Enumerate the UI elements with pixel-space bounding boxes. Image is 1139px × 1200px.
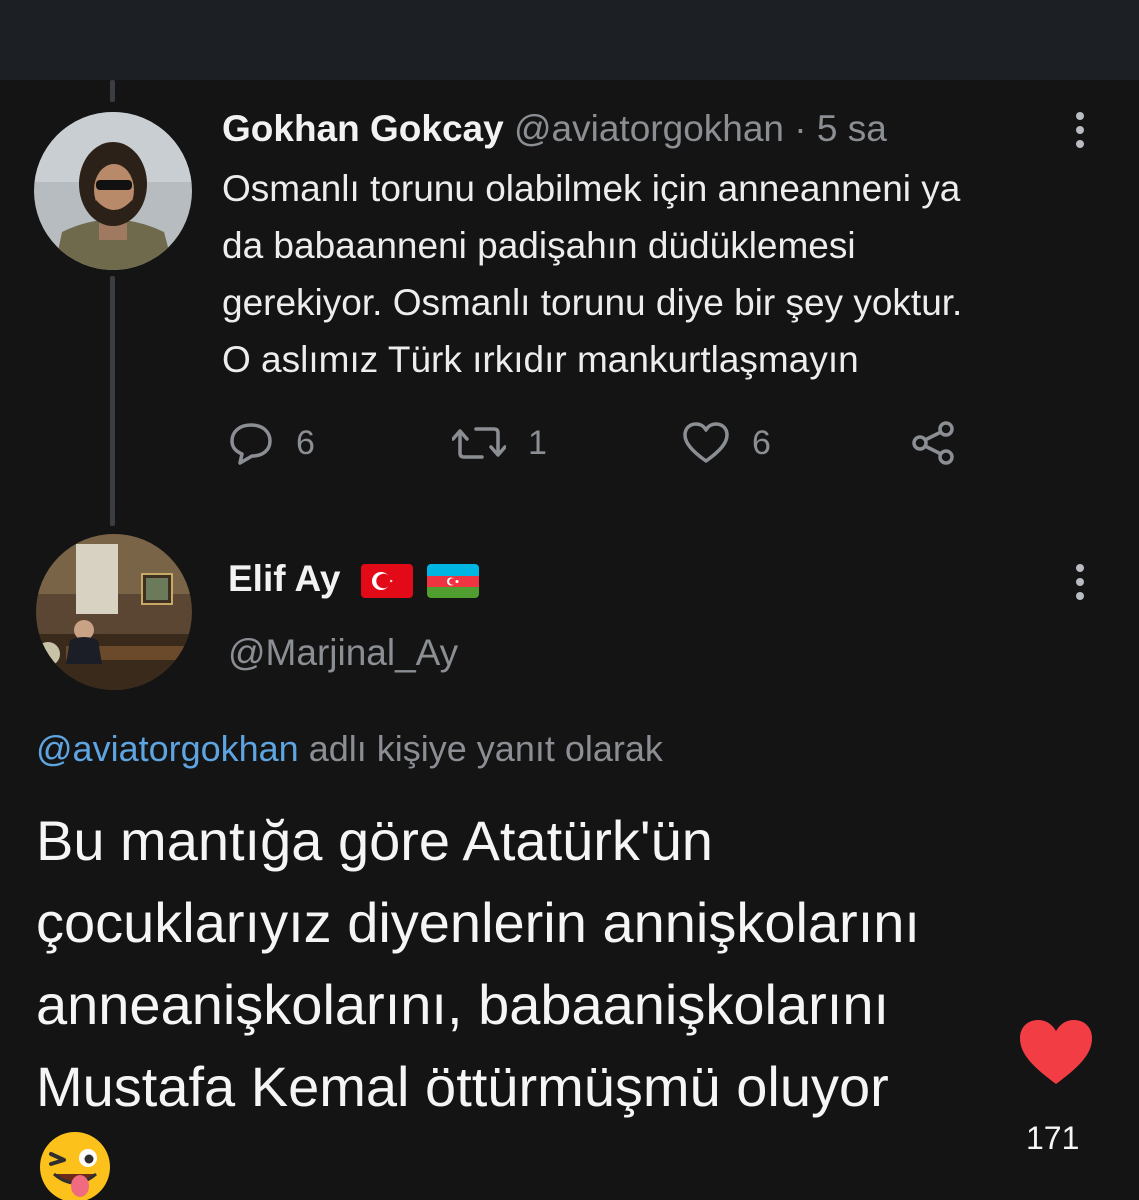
- reply-author-row: Elif Ay: [228, 558, 479, 600]
- reply-author-handle[interactable]: @Marjinal_Ay: [228, 632, 458, 674]
- reply-text: Bu mantığa göre Atatürk'ün çocuklarıyız …: [36, 800, 1036, 1128]
- share-icon: [912, 421, 954, 465]
- reply-button[interactable]: 6: [228, 418, 315, 468]
- more-options-icon[interactable]: [1076, 112, 1086, 154]
- reply-icon: [230, 423, 272, 465]
- tweet-text: Osmanlı torunu olabilmek için anneanneni…: [222, 160, 1102, 388]
- reply-more-options-icon[interactable]: [1076, 564, 1086, 606]
- overlay-like-count: 171: [1026, 1120, 1080, 1156]
- author-handle[interactable]: @aviatorgokhan: [514, 108, 784, 149]
- reply-line: çocuklarıyız diyenlerin annişkolarını: [36, 891, 920, 954]
- azerbaijan-flag-icon: [426, 564, 479, 599]
- reply-to-suffix: adlı kişiye yanıt olarak: [308, 728, 663, 769]
- tweet-line: gerekiyor. Osmanlı torunu diye bir şey y…: [222, 282, 963, 323]
- separator-dot: ·: [794, 108, 807, 149]
- avatar-elif[interactable]: [36, 534, 192, 690]
- tweet-time[interactable]: 5 sa: [817, 108, 887, 149]
- reply-count: 6: [296, 423, 315, 462]
- tweet-line: da babaanneni padişahın düdüklemesi: [222, 225, 856, 266]
- like-count: 6: [752, 423, 771, 462]
- like-button[interactable]: 6: [682, 418, 771, 468]
- turkey-flag-icon: [360, 564, 413, 599]
- avatar-gokhan[interactable]: [34, 112, 192, 270]
- reply-line: Mustafa Kemal öttürmüşmü oluyor: [36, 1055, 889, 1118]
- zany-face-emoji: [38, 1130, 112, 1200]
- retweet-count: 1: [528, 423, 547, 462]
- thread-line-middle: [110, 276, 115, 508]
- retweet-icon: [452, 427, 506, 459]
- reply-to-mention[interactable]: @aviatorgokhan: [36, 728, 299, 769]
- reply-line: Bu mantığa göre Atatürk'ün: [36, 809, 713, 872]
- reply-author-name[interactable]: Elif Ay: [228, 558, 340, 599]
- thread-line-top: [110, 80, 115, 102]
- tweet-line: O aslımız Türk ırkıdır mankurtlaşmayın: [222, 339, 859, 380]
- tweet-line: Osmanlı torunu olabilmek için anneanneni…: [222, 168, 961, 209]
- status-bar: [0, 0, 1139, 80]
- thread-line-short: [110, 506, 115, 526]
- retweet-button[interactable]: 1: [452, 418, 547, 468]
- overlay-like-button[interactable]: [1016, 1016, 1096, 1088]
- filled-heart-icon: [1020, 1020, 1092, 1084]
- share-button[interactable]: [910, 418, 980, 468]
- tweet-header: Gokhan Gokcay @aviatorgokhan · 5 sa: [222, 108, 887, 150]
- heart-icon: [683, 422, 729, 463]
- author-name[interactable]: Gokhan Gokcay: [222, 108, 504, 149]
- reply-line: anneanişkolarını, babaanişkolarını: [36, 973, 890, 1036]
- replying-to-label: @aviatorgokhan adlı kişiye yanıt olarak: [36, 728, 663, 770]
